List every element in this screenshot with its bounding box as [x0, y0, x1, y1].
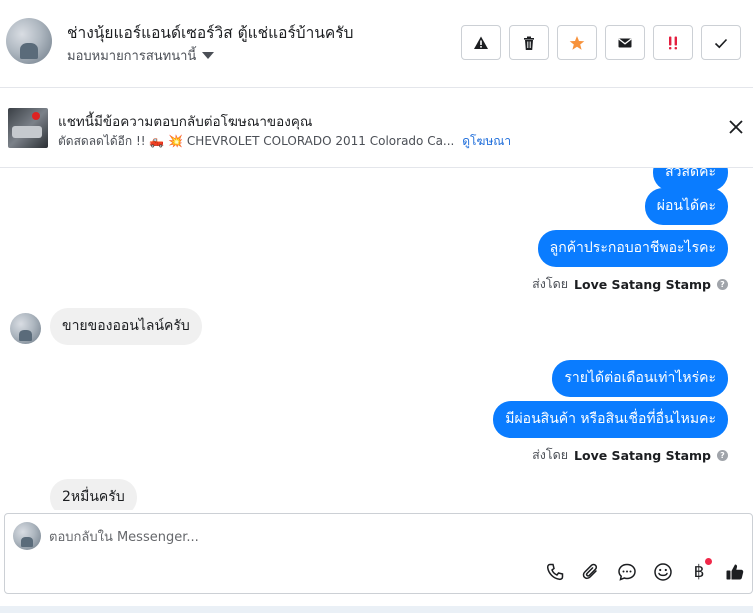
reply-input[interactable]	[49, 526, 649, 548]
contact-name[interactable]: ช่างนุ้ยแอร์แอนด์เซอร์วิส ตู้แช่แอร์บ้าน…	[67, 20, 353, 45]
saved-reply-icon	[618, 563, 636, 581]
ad-description-text: ตัดสดลดได้อีก !! 🛻 💥 CHEVROLET COLORADO …	[58, 134, 455, 148]
sent-by-prefix: ส่งโดย	[532, 447, 569, 462]
call-button[interactable]	[542, 560, 568, 584]
bottom-divider	[0, 606, 753, 613]
emoji-icon	[654, 563, 672, 581]
conversation-header: ช่างนุ้ยแอร์แอนด์เซอร์วิส ตู้แช่แอร์บ้าน…	[0, 0, 753, 88]
ad-banner-description: ตัดสดลดได้อีก !! 🛻 💥 CHEVROLET COLORADO …	[58, 132, 511, 151]
star-button[interactable]	[557, 25, 597, 60]
contact-avatar	[10, 313, 41, 344]
mark-unread-button[interactable]	[605, 25, 645, 60]
close-icon[interactable]	[727, 118, 745, 136]
envelope-icon	[618, 37, 632, 47]
sent-by-name: Love Satang Stamp	[574, 276, 711, 292]
double-exclamation-icon	[669, 36, 677, 49]
follow-up-button[interactable]	[653, 25, 693, 60]
saved-replies-button[interactable]	[614, 560, 640, 584]
outgoing-message: รายได้ต่อเดือนเท่าไหร่คะ	[552, 360, 728, 397]
sent-by-label: ส่งโดย Love Satang Stamp ?	[532, 445, 728, 465]
contact-avatar[interactable]	[6, 18, 52, 64]
paperclip-icon	[582, 563, 598, 580]
sent-by-label: ส่งโดย Love Satang Stamp ?	[532, 274, 728, 294]
caret-down-icon	[202, 52, 215, 59]
view-ad-link[interactable]: ดูโฆษณา	[462, 134, 511, 148]
ad-reply-banner: แชทนี้มีข้อความตอบกลับต่อโฆษณาของคุณ ตัด…	[0, 88, 753, 168]
emoji-button[interactable]	[650, 560, 676, 584]
phone-icon	[546, 563, 564, 581]
trash-icon	[524, 36, 534, 50]
mark-done-button[interactable]	[701, 25, 741, 60]
reply-composer: ฿	[4, 513, 753, 594]
sent-by-name: Love Satang Stamp	[574, 447, 711, 463]
mark-spam-button[interactable]	[461, 25, 501, 60]
outgoing-message: ลูกค้าประกอบอาชีพอะไรคะ	[537, 230, 728, 267]
assign-label: มอบหมายการสนทนานี้	[67, 49, 197, 64]
message-thread[interactable]: สวัสดีค่ะ ผ่อนได้คะ ลูกค้าประกอบอาชีพอะไ…	[0, 168, 753, 510]
sent-by-prefix: ส่งโดย	[532, 276, 569, 291]
ad-thumbnail[interactable]	[8, 108, 48, 148]
incoming-message: ขายของออนไลน์ครับ	[50, 308, 202, 345]
baht-icon: ฿	[693, 562, 705, 582]
header-actions	[461, 25, 741, 60]
outgoing-message: มีผ่อนสินค้า หรือสินเชื่อที่อื่นไหมคะ	[493, 401, 728, 438]
check-icon	[714, 38, 728, 48]
delete-button[interactable]	[509, 25, 549, 60]
outgoing-message: ผ่อนได้คะ	[644, 188, 728, 225]
thumbs-up-icon	[726, 564, 744, 580]
incoming-message: 2หมื่นครับ	[50, 479, 137, 510]
info-icon[interactable]: ?	[717, 449, 728, 461]
ad-banner-title: แชทนี้มีข้อความตอบกลับต่อโฆษณาของคุณ	[58, 114, 313, 130]
assign-conversation-dropdown[interactable]: มอบหมายการสนทนานี้	[67, 45, 215, 66]
star-icon	[569, 35, 585, 50]
info-icon[interactable]: ?	[717, 278, 728, 290]
warning-icon	[474, 36, 488, 49]
notification-dot	[705, 558, 712, 565]
payment-button[interactable]: ฿	[686, 558, 712, 584]
attach-button[interactable]	[578, 560, 604, 584]
user-avatar	[13, 522, 41, 550]
like-button[interactable]	[722, 560, 748, 584]
composer-tools: ฿	[542, 558, 748, 584]
